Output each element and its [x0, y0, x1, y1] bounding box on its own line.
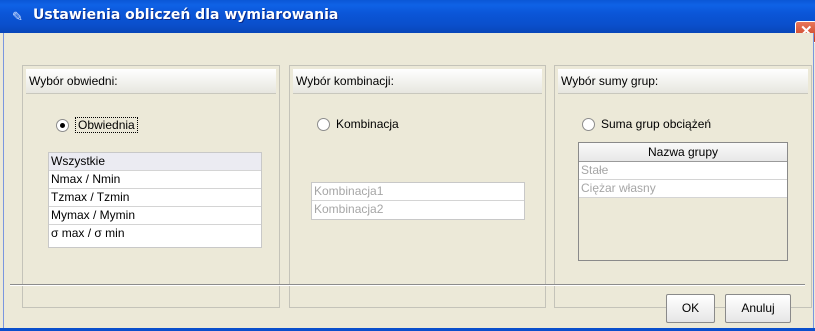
groups-radio-circle[interactable] [582, 117, 595, 131]
envelope-panel: Wybór obwiedni: Obwiednia Wszystkie Nmax… [22, 65, 280, 308]
combination-list-item[interactable]: Kombinacja2 [312, 201, 524, 219]
envelope-list-item[interactable]: Wszystkie [49, 153, 261, 171]
envelope-radio[interactable]: Obwiednia [56, 117, 138, 133]
groups-radio[interactable]: Suma grup obciążeń [582, 117, 711, 131]
combination-radio[interactable]: Kombinacja [317, 117, 399, 131]
dialog-window: ✎ Ustawienia obliczeń dla wymiarowania ✕… [0, 0, 815, 331]
combination-panel-header: Wybór kombinacji: [293, 69, 542, 94]
groups-table-row[interactable]: Ciężar własny [579, 180, 787, 198]
groups-table[interactable]: Nazwa grupy Stałe Ciężar własny [578, 142, 788, 261]
envelope-list-item[interactable]: Tzmax / Tzmin [49, 189, 261, 207]
combination-list[interactable]: Kombinacja1 Kombinacja2 [311, 182, 525, 220]
groups-header-label: Wybór sumy grup: [561, 74, 659, 88]
envelope-header-label: Wybór obwiedni: [29, 74, 118, 88]
envelope-list-item[interactable]: σ max / σ min [49, 225, 261, 243]
combination-panel: Wybór kombinacji: Kombinacja Kombinacja1… [289, 65, 546, 308]
combination-list-item[interactable]: Kombinacja1 [312, 183, 524, 201]
cancel-button[interactable]: Anuluj [725, 294, 791, 323]
envelope-radio-label[interactable]: Obwiednia [75, 117, 138, 133]
combination-radio-label[interactable]: Kombinacja [336, 117, 399, 131]
envelope-radio-circle[interactable] [56, 118, 69, 132]
envelope-panel-header: Wybór obwiedni: [26, 69, 276, 94]
envelope-list[interactable]: Wszystkie Nmax / Nmin Tzmax / Tzmin Myma… [48, 152, 262, 248]
groups-radio-label[interactable]: Suma grup obciążeń [601, 117, 711, 131]
envelope-list-item[interactable]: Nmax / Nmin [49, 171, 261, 189]
window-title: Ustawienia obliczeń dla wymiarowania [33, 7, 339, 23]
title-bar[interactable]: ✎ Ustawienia obliczeń dla wymiarowania ✕ [0, 0, 815, 43]
groups-table-row[interactable]: Stałe [579, 162, 787, 180]
ok-button[interactable]: OK [666, 294, 715, 323]
combination-radio-circle[interactable] [317, 117, 330, 131]
app-icon: ✎ [12, 9, 23, 24]
envelope-list-item[interactable]: Mymax / Mymin [49, 207, 261, 225]
combination-header-label: Wybór kombinacji: [296, 74, 394, 88]
button-separator [10, 284, 805, 286]
groups-panel: Wybór sumy grup: Suma grup obciążeń Nazw… [554, 65, 812, 308]
groups-panel-header: Wybór sumy grup: [558, 69, 808, 94]
groups-table-header[interactable]: Nazwa grupy [579, 143, 787, 162]
